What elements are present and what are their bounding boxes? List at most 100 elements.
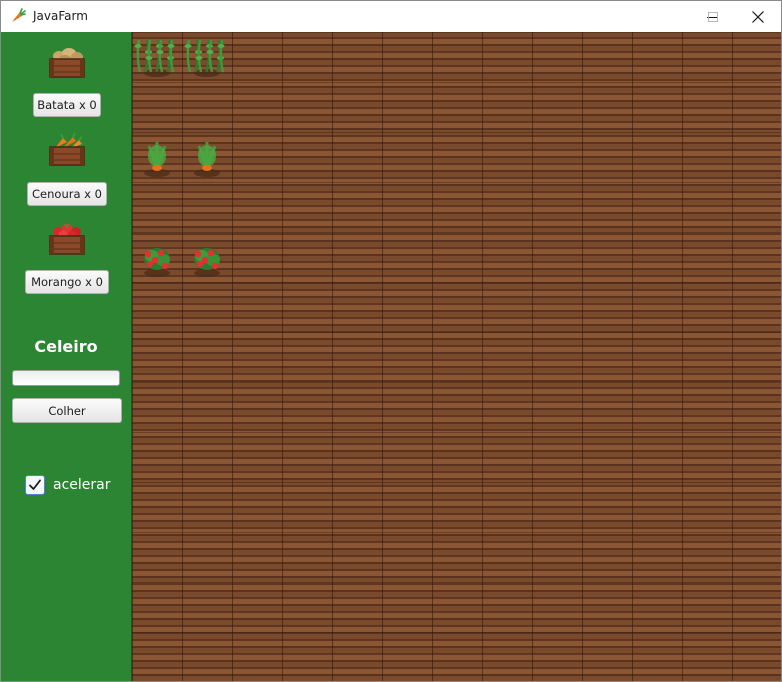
soil-tile[interactable] (332, 532, 382, 582)
soil-tile[interactable] (232, 382, 282, 432)
soil-tile[interactable] (282, 632, 332, 681)
soil-tile[interactable] (482, 532, 532, 582)
soil-tile[interactable] (682, 532, 732, 582)
strawberry-plant-icon[interactable] (184, 234, 230, 280)
soil-tile[interactable] (582, 132, 632, 182)
soil-tile[interactable] (432, 382, 482, 432)
carrot-plant-icon[interactable] (184, 134, 230, 180)
soil-tile[interactable] (482, 432, 532, 482)
soil-tile[interactable] (132, 332, 182, 382)
soil-tile[interactable] (282, 582, 332, 632)
soil-tile[interactable] (332, 132, 382, 182)
maximize-button[interactable] (690, 1, 736, 32)
soil-tile[interactable] (182, 582, 232, 632)
soil-tile[interactable] (532, 432, 582, 482)
soil-tile[interactable] (582, 632, 632, 681)
soil-tile[interactable] (182, 82, 232, 132)
soil-tile[interactable] (532, 382, 582, 432)
soil-tile[interactable] (732, 182, 781, 232)
soil-tile[interactable] (582, 582, 632, 632)
soil-tile[interactable] (432, 582, 482, 632)
soil-tile[interactable] (632, 282, 682, 332)
soil-tile[interactable] (332, 282, 382, 332)
soil-tile[interactable] (432, 282, 482, 332)
soil-tile[interactable] (532, 282, 582, 332)
soil-tile[interactable] (132, 182, 182, 232)
soil-tile[interactable] (682, 582, 732, 632)
soil-tile[interactable] (282, 432, 332, 482)
soil-tile[interactable] (682, 132, 732, 182)
strawberry-count-button[interactable]: Morango x 0 (25, 270, 109, 294)
farm-field[interactable] (132, 32, 781, 681)
soil-tile[interactable] (382, 632, 432, 681)
soil-tile[interactable] (482, 82, 532, 132)
soil-tile[interactable] (432, 232, 482, 282)
soil-tile[interactable] (632, 382, 682, 432)
soil-tile[interactable] (332, 482, 382, 532)
soil-tile[interactable] (682, 482, 732, 532)
soil-tile[interactable] (682, 632, 732, 681)
soil-tile[interactable] (532, 132, 582, 182)
soil-tile[interactable] (232, 532, 282, 582)
soil-tile[interactable] (732, 332, 781, 382)
soil-tile[interactable] (382, 532, 432, 582)
carrot-plant-icon[interactable] (134, 134, 180, 180)
soil-tile[interactable] (332, 432, 382, 482)
soil-tile[interactable] (132, 482, 182, 532)
soil-tile[interactable] (282, 532, 332, 582)
soil-tile[interactable] (632, 532, 682, 582)
soil-tile[interactable] (582, 232, 632, 282)
soil-tile[interactable] (732, 382, 781, 432)
soil-tile[interactable] (232, 482, 282, 532)
soil-tile[interactable] (182, 282, 232, 332)
soil-tile[interactable] (432, 182, 482, 232)
soil-tile[interactable] (632, 32, 682, 82)
soil-tile[interactable] (132, 582, 182, 632)
soil-tile[interactable] (282, 132, 332, 182)
soil-tile[interactable] (132, 632, 182, 681)
soil-tile[interactable] (432, 432, 482, 482)
soil-tile[interactable] (682, 282, 732, 332)
harvest-button[interactable]: Colher (12, 398, 122, 423)
soil-tile[interactable] (232, 32, 282, 82)
soil-tile[interactable] (632, 632, 682, 681)
soil-tile[interactable] (382, 82, 432, 132)
strawberry-plant-icon[interactable] (134, 234, 180, 280)
soil-tile[interactable] (732, 632, 781, 681)
soil-tile[interactable] (482, 332, 532, 382)
soil-tile[interactable] (482, 32, 532, 82)
soil-tile[interactable] (682, 82, 732, 132)
soil-tile[interactable] (382, 382, 432, 432)
soil-tile[interactable] (582, 532, 632, 582)
soil-tile[interactable] (232, 82, 282, 132)
soil-tile[interactable] (682, 232, 732, 282)
soil-tile[interactable] (582, 182, 632, 232)
soil-tile[interactable] (382, 232, 432, 282)
soil-tile[interactable] (732, 282, 781, 332)
soil-tile[interactable] (182, 632, 232, 681)
soil-tile[interactable] (532, 32, 582, 82)
soil-tile[interactable] (282, 182, 332, 232)
soil-tile[interactable] (732, 432, 781, 482)
soil-tile[interactable] (332, 32, 382, 82)
soil-tile[interactable] (682, 332, 732, 382)
soil-tile[interactable] (232, 232, 282, 282)
soil-tile[interactable] (582, 282, 632, 332)
soil-tile[interactable] (482, 632, 532, 681)
soil-tile[interactable] (282, 332, 332, 382)
soil-tile[interactable] (382, 132, 432, 182)
soil-tile[interactable] (582, 332, 632, 382)
soil-tile[interactable] (332, 582, 382, 632)
soil-tile[interactable] (132, 82, 182, 132)
soil-tile[interactable] (532, 582, 582, 632)
soil-tile[interactable] (582, 432, 632, 482)
soil-tile[interactable] (382, 482, 432, 532)
potato-plant-icon[interactable] (134, 34, 180, 80)
soil-tile[interactable] (482, 132, 532, 182)
soil-tile[interactable] (332, 82, 382, 132)
soil-tile[interactable] (532, 632, 582, 681)
soil-tile[interactable] (582, 482, 632, 532)
soil-tile[interactable] (282, 382, 332, 432)
close-button[interactable] (735, 1, 781, 32)
soil-tile[interactable] (582, 32, 632, 82)
